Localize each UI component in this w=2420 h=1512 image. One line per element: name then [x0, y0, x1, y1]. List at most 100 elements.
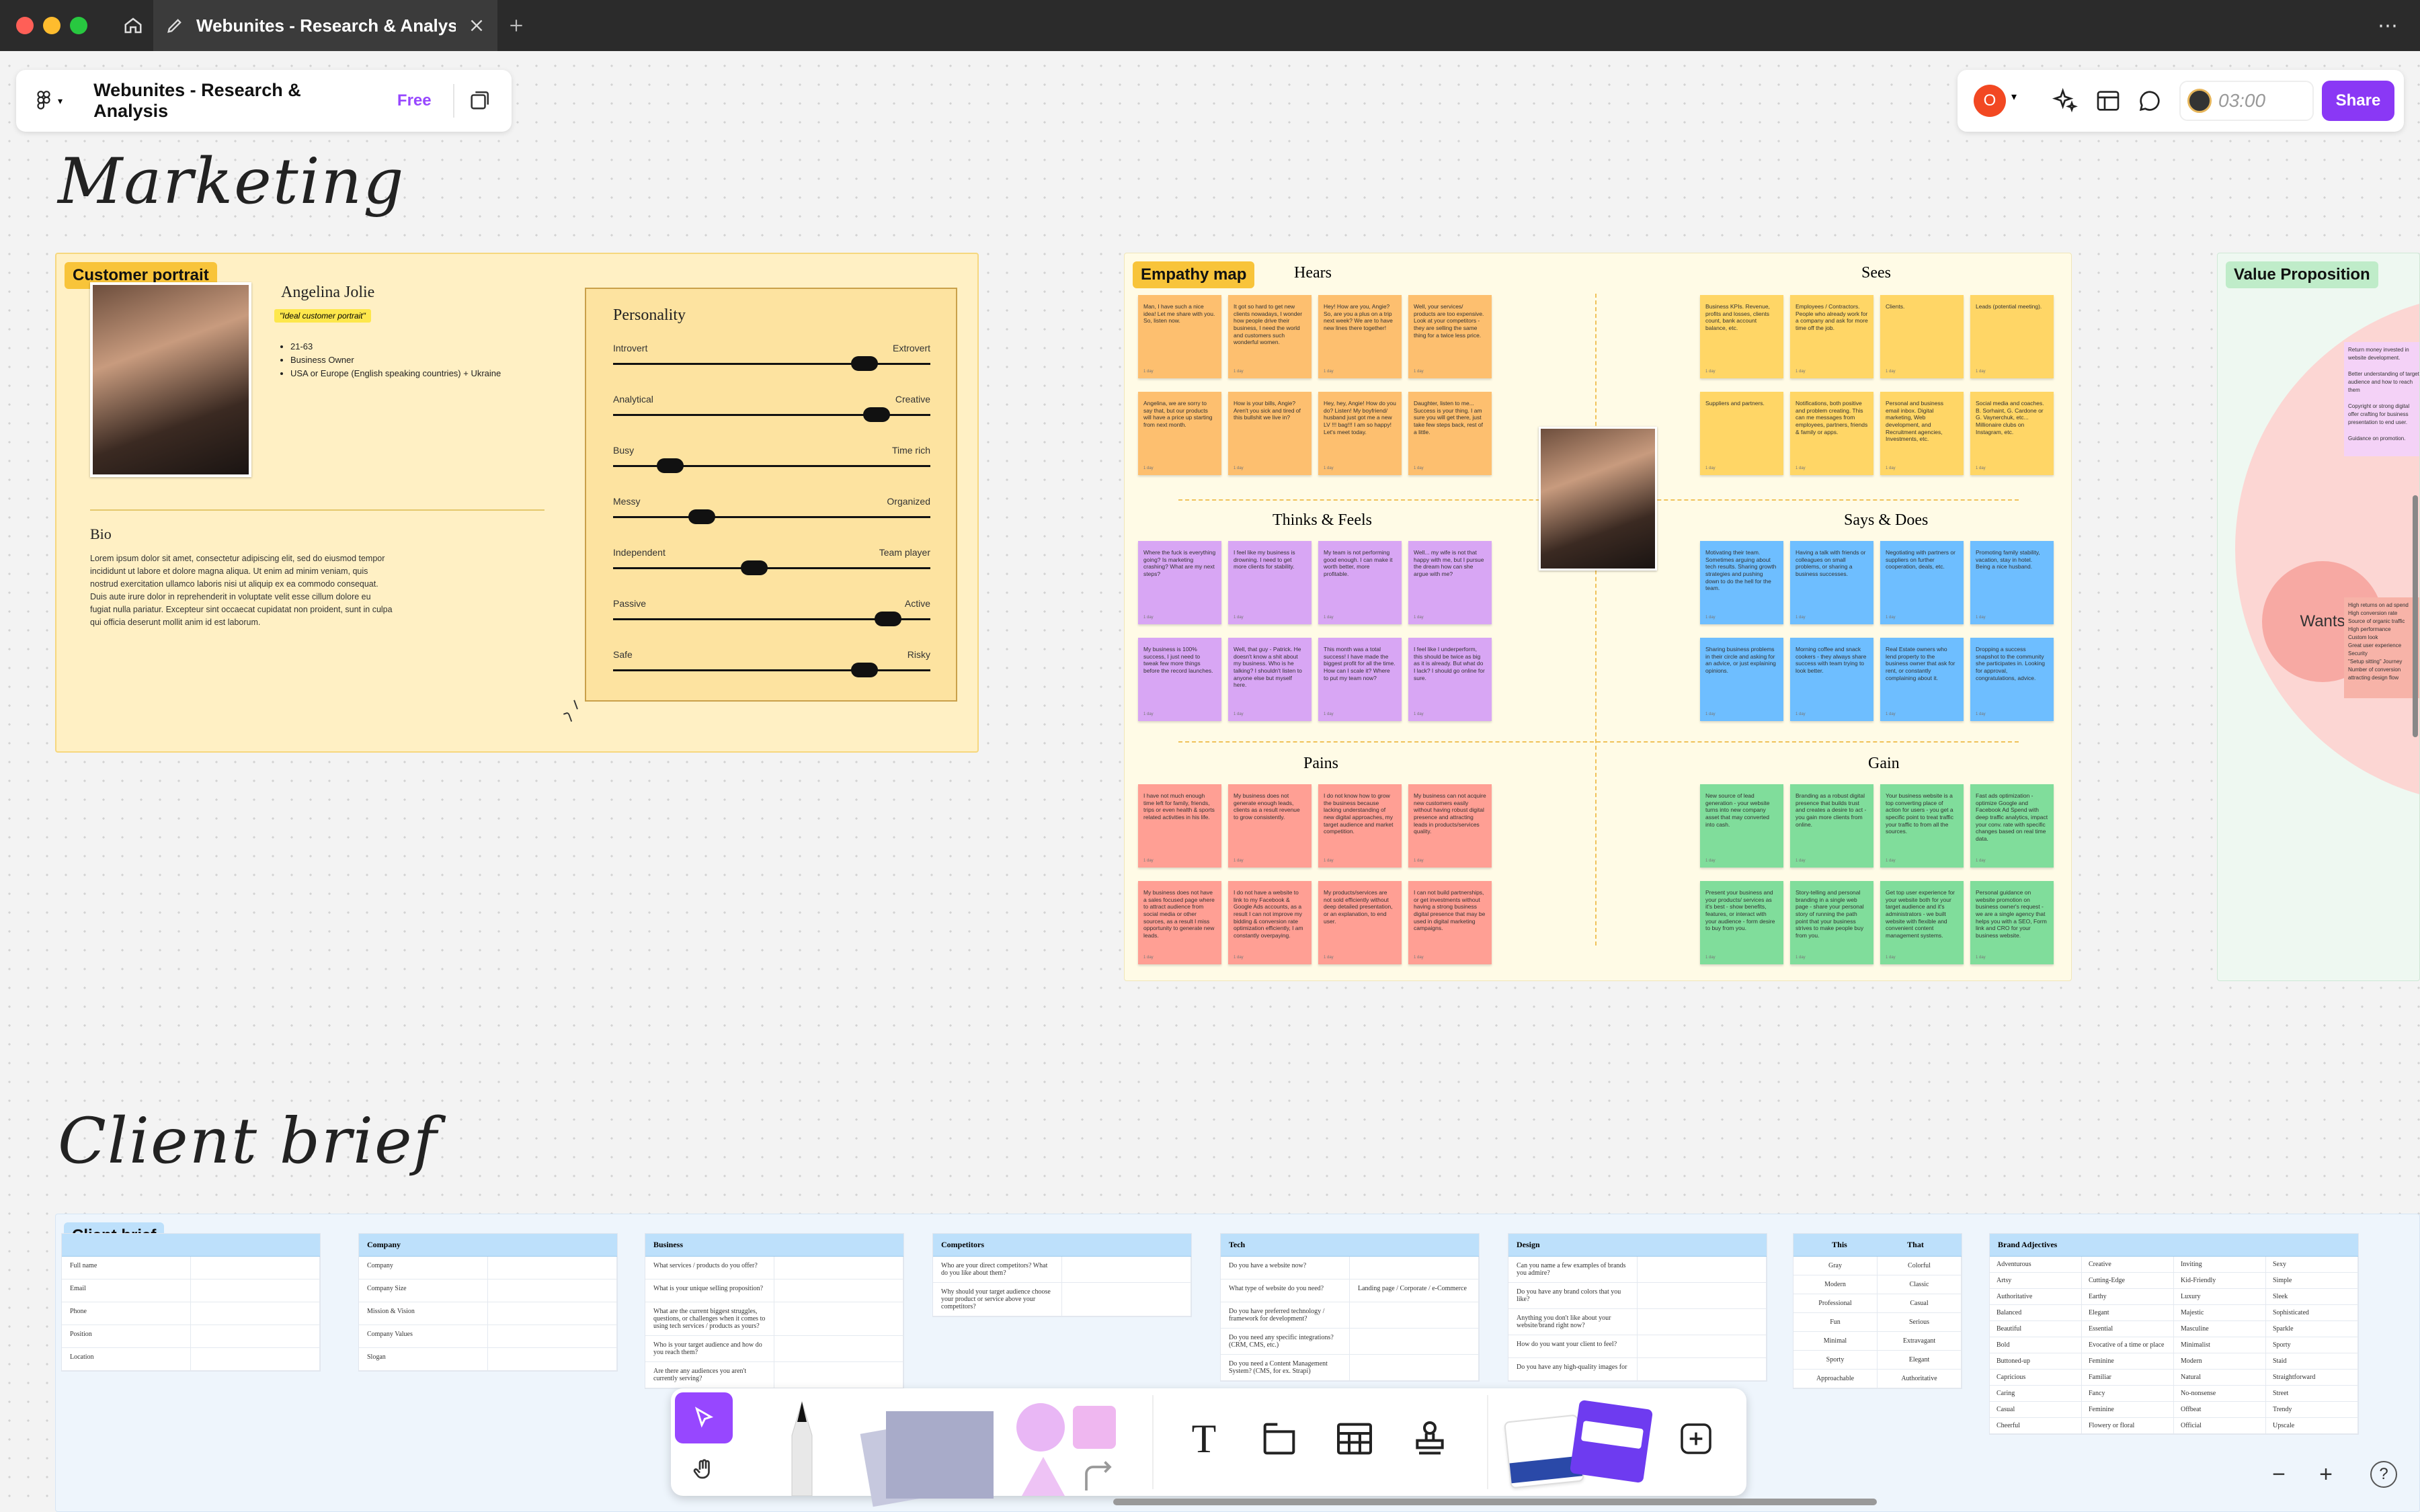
table-cell[interactable]: Caring: [1990, 1386, 2082, 1401]
table-cell-answer[interactable]: [191, 1302, 320, 1325]
personality-slider[interactable]: Safe Risky: [613, 649, 930, 689]
table-cell-answer[interactable]: [191, 1257, 320, 1279]
table-cell[interactable]: Familiar: [2082, 1370, 2174, 1385]
table-row[interactable]: Professional Casual: [1793, 1294, 1962, 1313]
table-cell[interactable]: Sparkle: [2266, 1321, 2358, 1337]
table-cell[interactable]: Sophisticated: [2266, 1305, 2358, 1320]
sticky-note-hears[interactable]: Man, I have such a nice idea! Let me sha…: [1138, 295, 1221, 378]
table-cell[interactable]: Cheerful: [1990, 1418, 2082, 1433]
table-row[interactable]: Who is your target audience and how do y…: [645, 1336, 903, 1362]
hand-tool[interactable]: [675, 1446, 733, 1493]
sticky-note-pains[interactable]: My business does not generate enough lea…: [1228, 784, 1312, 868]
table-cell[interactable]: Professional: [1793, 1294, 1878, 1312]
sticky-note-pains[interactable]: I have not much enough time left for fam…: [1138, 784, 1221, 868]
table-cell-answer[interactable]: [1062, 1283, 1191, 1316]
sticky-note-sees[interactable]: Leads (potential meeting). 1 day: [1970, 295, 2054, 378]
table-row[interactable]: Do you have a website now?: [1221, 1257, 1479, 1279]
text-tool[interactable]: T: [1174, 1409, 1234, 1469]
table-row[interactable]: Company Size: [359, 1279, 617, 1302]
table-cell[interactable]: Evocative of a time or place: [2082, 1337, 2174, 1353]
table-cell[interactable]: Approachable: [1793, 1370, 1878, 1388]
sticky-note-sees[interactable]: Social media and coaches. B. Sorhaint, G…: [1970, 392, 2054, 475]
sticky-note-pains[interactable]: I can not build partnerships, or get inv…: [1408, 881, 1492, 964]
table-cell[interactable]: Offbeat: [2174, 1402, 2266, 1417]
table-cell[interactable]: Balanced: [1990, 1305, 2082, 1320]
slider-knob[interactable]: [741, 560, 768, 575]
table-cell[interactable]: Sexy: [2266, 1257, 2358, 1272]
table-cell[interactable]: Staid: [2266, 1353, 2358, 1369]
sticky-note-hears[interactable]: Daughter, listen to me... Success is you…: [1408, 392, 1492, 475]
table-cell[interactable]: Elegant: [1878, 1351, 1962, 1369]
table-row[interactable]: Balanced Elegant Majestic Sophisticated: [1990, 1305, 2358, 1321]
table-row[interactable]: Location: [62, 1348, 320, 1371]
table-row[interactable]: Sporty Elegant: [1793, 1351, 1962, 1370]
sticky-note-sees[interactable]: Personal and business email inbox. Digit…: [1880, 392, 1964, 475]
brand-adjectives-table[interactable]: Brand Adjectives Adventurous Creative Invit…: [1989, 1233, 2359, 1435]
personality-card[interactable]: Personality Introvert Extrovert Analytical…: [585, 288, 957, 702]
table-row[interactable]: Do you need a Content Management System?…: [1221, 1355, 1479, 1381]
table-row[interactable]: What are the current biggest struggles, …: [645, 1302, 903, 1336]
slider-knob[interactable]: [874, 612, 901, 626]
slider-knob[interactable]: [656, 458, 684, 473]
table-cell-answer[interactable]: [774, 1257, 903, 1279]
close-window-button[interactable]: [16, 17, 34, 34]
sticky-note-sees[interactable]: Clients. 1 day: [1880, 295, 1964, 378]
table-row[interactable]: Company Values: [359, 1325, 617, 1348]
table-cell-answer[interactable]: [774, 1336, 903, 1361]
table-row[interactable]: Phone: [62, 1302, 320, 1325]
table-row[interactable]: Approachable Authoritative: [1793, 1370, 1962, 1388]
file-name[interactable]: Webunites - Research & Analysis: [93, 80, 376, 122]
slider-knob[interactable]: [862, 407, 890, 422]
table-row[interactable]: Email: [62, 1279, 320, 1302]
main-menu-button[interactable]: ▾: [35, 90, 75, 112]
brief-table[interactable]: Full name Email Phone Position Location: [61, 1233, 321, 1372]
table-cell[interactable]: Earthy: [2082, 1289, 2174, 1304]
this-that-table[interactable]: This That Gray Colorful Modern Classic Profess…: [1793, 1233, 1962, 1389]
marker-tool[interactable]: [765, 1395, 839, 1496]
table-row[interactable]: What type of website do you need? Landing…: [1221, 1279, 1479, 1302]
table-cell-answer[interactable]: [488, 1325, 617, 1347]
personality-slider[interactable]: Passive Active: [613, 598, 930, 638]
table-cell[interactable]: Official: [2174, 1418, 2266, 1433]
sticky-note-sees[interactable]: Business KPIs. Revenue, profits and loss…: [1700, 295, 1783, 378]
table-cell-answer[interactable]: [1350, 1329, 1479, 1354]
table-row[interactable]: Who are your direct competitors? What do…: [933, 1257, 1191, 1283]
table-cell[interactable]: Bold: [1990, 1337, 2082, 1353]
sticky-note-hears[interactable]: Angelina, we are sorry to say that, but …: [1138, 392, 1221, 475]
sticky-note-thinks[interactable]: I feel like my business is drowning. I n…: [1228, 541, 1312, 624]
sticky-note-pains[interactable]: My business can not acquire new customer…: [1408, 784, 1492, 868]
table-row[interactable]: Do you need any specific integrations? (…: [1221, 1329, 1479, 1355]
table-cell-answer[interactable]: [1638, 1283, 1767, 1308]
brief-table[interactable]: Business What services / products do you …: [645, 1233, 904, 1389]
avatar[interactable]: O: [1974, 85, 2006, 117]
table-row[interactable]: Why should your target audience choose y…: [933, 1283, 1191, 1316]
table-cell-answer[interactable]: [1638, 1257, 1767, 1282]
sticky-note-says[interactable]: Real Estate owners who lend property to …: [1880, 638, 1964, 721]
more-tools-button[interactable]: [1666, 1409, 1726, 1469]
table-row[interactable]: Authoritative Earthy Luxury Sleek: [1990, 1289, 2358, 1305]
chevron-down-icon[interactable]: ▾: [2011, 90, 2017, 103]
table-cell[interactable]: Sleek: [2266, 1289, 2358, 1304]
table-cell-answer[interactable]: [191, 1279, 320, 1302]
table-row[interactable]: Cheerful Flowery or floral Official Upscale: [1990, 1418, 2358, 1434]
table-row[interactable]: Position: [62, 1325, 320, 1348]
personality-slider[interactable]: Busy Time rich: [613, 445, 930, 485]
table-cell-answer[interactable]: [488, 1348, 617, 1370]
table-tool[interactable]: [1324, 1409, 1385, 1469]
slider-knob[interactable]: [851, 663, 879, 677]
table-row[interactable]: Company: [359, 1257, 617, 1279]
sticky-note-sees[interactable]: Notifications, both positive and problem…: [1790, 392, 1873, 475]
table-cell-answer[interactable]: [1350, 1302, 1479, 1328]
zoom-out-button[interactable]: −: [2265, 1461, 2292, 1488]
table-row[interactable]: Full name: [62, 1257, 320, 1279]
sticky-note-gain[interactable]: Fast ads optimization - optimize Google …: [1970, 784, 2054, 868]
table-cell[interactable]: Minimal: [1793, 1332, 1878, 1350]
share-button[interactable]: Share: [2322, 81, 2394, 121]
table-cell[interactable]: Modern: [1793, 1275, 1878, 1294]
table-row[interactable]: Minimal Extravagant: [1793, 1332, 1962, 1351]
table-cell[interactable]: Feminine: [2082, 1353, 2174, 1369]
table-cell[interactable]: Luxury: [2174, 1289, 2266, 1304]
sticky-note-pains[interactable]: My products/services are not sold effici…: [1318, 881, 1402, 964]
templates-tool[interactable]: [1504, 1399, 1655, 1492]
sticky-note-gain[interactable]: Branding as a robust digital presence th…: [1790, 784, 1873, 868]
